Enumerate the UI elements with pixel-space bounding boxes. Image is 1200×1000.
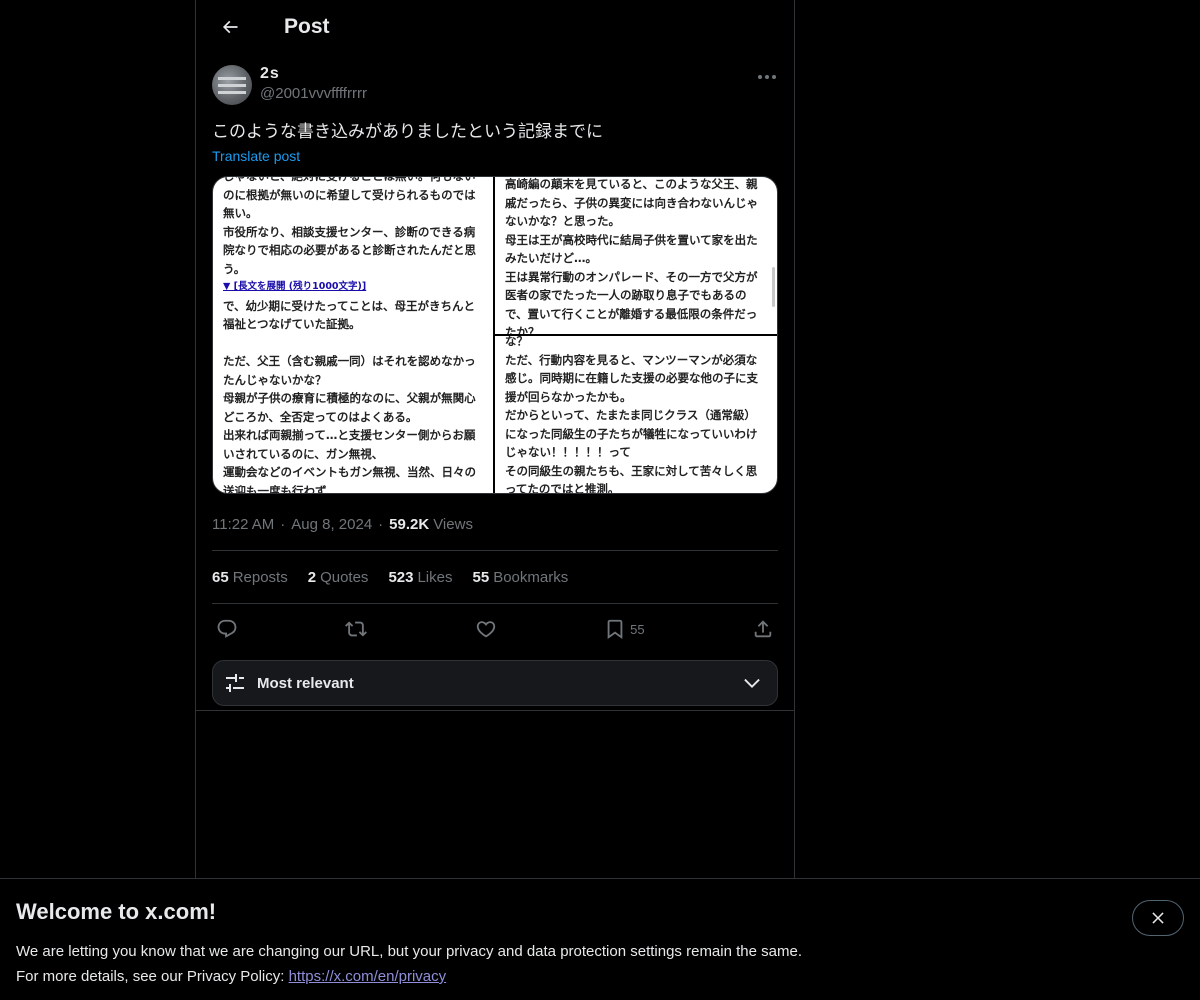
sort-replies-dropdown[interactable]: Most relevant [212,660,778,706]
actions-row: 55 [212,604,778,654]
media-text-line: 感じ。同時期に在籍した支援の必要な他の子に支 [505,371,758,385]
bookmark-count: 55 [630,621,645,637]
media-text-line: じゃない！！！！！って [505,445,631,459]
share-button[interactable] [752,618,774,640]
translate-post-link[interactable]: Translate post [212,148,300,164]
bookmark-icon [607,619,623,640]
filter-sliders-icon [226,674,244,692]
top-bar: Post [196,0,794,54]
media-image-left[interactable]: じゃないと、絶対に受けることは無い。何もないのに根拠が無いのに希望して受けられる… [213,177,495,493]
media-image-right-top[interactable]: 高崎編の顛末を見ていると、このような父王、親 戚だったら、子供の異変には向き合わな… [495,177,777,336]
repost-button[interactable] [345,618,368,640]
media-text-line: いされているのに、ガン無視、 [223,446,384,461]
reply-button[interactable] [216,618,238,640]
media-text-line: ないかな？と思った。 [505,214,620,228]
banner-title: Welcome to x.com! [16,899,217,924]
media-text-line: 母親が子供の療育に積極的なのに、父親が無関心 [223,391,476,405]
media-text-line: な？ [505,336,528,348]
author-names: 2s @2001vvvffffrrrr [260,64,367,104]
banner-text: We are letting you know that we are chan… [16,939,1184,989]
media-text-line: のに根拠が無いのに希望して受けられるものでは [223,187,476,202]
post: 2s @2001vvvffffrrrr このような書き込みがありましたという記録… [196,54,794,706]
author-handle[interactable]: @2001vvvffffrrrr [260,84,367,104]
media-text-line: 戚だったら、子供の異変には向き合わないんじゃ [505,195,758,210]
divider [196,710,794,711]
reposts-stat[interactable]: 65 Reposts [212,569,288,586]
media-text-line [223,334,483,353]
media-text-line: 市役所なり、相談支援センター、診断のできる病 [223,224,476,239]
more-dot-icon [758,75,762,79]
more-dot-icon [772,75,776,79]
stats-row: 65 Reposts 2 Quotes 523 Likes 55 Bookmarks [212,551,778,603]
media-text-line: ってたのではと推測。 [505,482,620,493]
media-text-line: どころか、全否定ってのはよくある。 [223,409,418,424]
media-text-line: 医者の家でたった一人の跡取り息子でもあるの [505,288,747,302]
privacy-policy-link[interactable]: https://x.com/en/privacy [289,968,447,985]
post-text: このような書き込みがありましたという記録までに [212,122,603,142]
sort-label: Most relevant [257,674,354,692]
media-text-line: で、置いて行くことが離婚する最低限の条件だっ [505,306,758,321]
more-dot-icon [765,75,769,79]
post-meta: 11:22 AM · Aug 8, 2024 · 59.2K Views [212,515,473,533]
author-row: 2s @2001vvvffffrrrr [212,64,778,114]
media-right: 高崎編の顛末を見ていると、このような父王、親 戚だったら、子供の異変には向き合わな… [495,177,777,493]
media-text-line: だからといって、たまたま同じクラス（通常級） [505,408,756,422]
media-text-line: 送迎も一度も行わず [223,483,327,494]
page-title: Post [284,15,330,38]
media-text-line: で、幼少期に受けたってことは、母王がきちんと [223,298,475,313]
image-scrollbar [772,267,775,307]
media-text-line: 福祉とつなげていた証拠。 [223,317,361,331]
post-media[interactable]: じゃないと、絶対に受けることは無い。何もないのに根拠が無いのに希望して受けられる… [212,176,778,494]
media-text-line: 出来れば両親揃って…と支援センター側からお願 [223,428,476,442]
media-text-line: じゃないと、絶対に受けることは無い。何もない [223,177,483,186]
avatar[interactable] [212,65,252,105]
likes-stat[interactable]: 523 Likes [388,569,452,586]
reply-icon [217,619,237,638]
arrow-left-icon [222,20,238,34]
media-text-line: 援が回らなかったかも。 [505,389,632,404]
share-icon [754,620,772,638]
chevron-down-icon [744,678,760,688]
views-label: Views [433,515,473,533]
media-text-line: ただ、父王（含む親戚一同）はそれを認めなかっ [223,354,476,368]
more-options-button[interactable] [756,66,778,88]
main-column: Post 2s @2001vvvffffrrrr このような書き込みがありました… [195,0,795,878]
quotes-stat[interactable]: 2 Quotes [308,569,369,586]
banner-line-2: For more details, see our Privacy Policy… [16,968,447,985]
post-date[interactable]: Aug 8, 2024 [291,516,372,533]
media-text-line: ただ、行動内容を見ると、マンツーマンが必須な [505,352,758,367]
media-text-line: になった同級生の子たちが犠牲になっていいわけ [505,426,758,441]
repost-icon [345,621,368,637]
media-text-line: たんじゃないかな？ [223,372,327,387]
back-button[interactable] [212,9,248,45]
media-text-line: ▼ [長文を展開 (残り1000文字)] [223,281,367,292]
bookmarks-stat[interactable]: 55 Bookmarks [473,569,569,586]
media-text-line: 王は異常行動のオンパレード、その一方で父方が [505,269,758,284]
bookmark-button[interactable]: 55 [604,618,645,640]
media-text-line: 運動会などのイベントもガン無視、当然、日々の [223,465,476,479]
like-button[interactable] [475,618,497,640]
close-icon [1152,912,1164,924]
media-text-line: 院なりで相応の必要があると診断されたんだと思 [223,243,476,257]
media-text-line: みたいだけど…。 [505,251,597,265]
welcome-banner: Welcome to x.com! We are letting you kno… [0,878,1200,1000]
author-display-name[interactable]: 2s [260,64,367,84]
media-text-line: たか？ [505,325,540,336]
media-text-line: 無い。 [223,206,258,220]
media-image-right-bottom[interactable]: な？ ただ、行動内容を見ると、マンツーマンが必須な 感じ。同時期に在籍した支援の必要… [495,336,777,493]
media-text-line: その同級生の親たちも、王家に対して苦々しく思 [505,463,758,478]
media-text-line: 高崎編の顛末を見ていると、このような父王、親 [505,177,758,191]
banner-line-1: We are letting you know that we are chan… [16,943,802,960]
banner-close-button[interactable] [1132,900,1184,936]
views-count: 59.2K [389,515,430,533]
media-text-line: 母王は王が高校時代に結局子供を置いて家を出た [505,232,758,247]
media-text-line: う。 [223,261,246,276]
heart-icon [476,621,495,638]
post-time[interactable]: 11:22 AM [212,516,274,533]
